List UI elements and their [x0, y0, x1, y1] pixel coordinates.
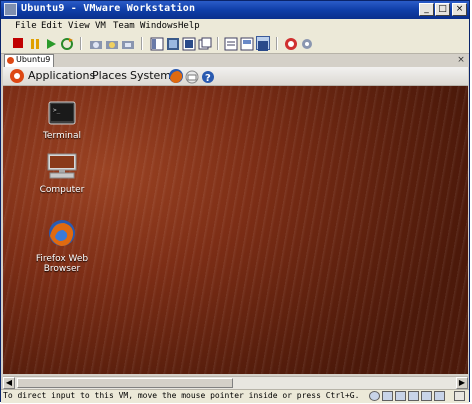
network-status-icon[interactable]	[408, 391, 419, 401]
menu-windows[interactable]: Windows	[140, 21, 178, 31]
snapshot-manager-icon[interactable]	[121, 36, 135, 50]
help-launcher-icon[interactable]: ?	[201, 69, 215, 84]
svg-text:>_: >_	[53, 107, 61, 114]
menu-vm[interactable]: VM	[95, 21, 106, 31]
scroll-right-arrow-icon[interactable]: ▶	[456, 377, 468, 389]
menu-help[interactable]: Help	[178, 21, 200, 31]
tab-label: Ubuntu9	[16, 55, 51, 64]
maximize-button[interactable]: □	[435, 3, 450, 16]
terminal-icon: >_	[27, 101, 97, 128]
desktop-icon-computer[interactable]: Computer	[27, 153, 97, 195]
play-icon[interactable]	[44, 36, 58, 50]
harddisk-status-icon[interactable]	[395, 391, 406, 401]
ubuntu-logo-icon	[10, 69, 24, 83]
menu-bar: File Edit View VM Team Windows Help	[1, 19, 469, 34]
menu-applications[interactable]: Applications	[28, 69, 95, 82]
quick-switch-icon[interactable]	[198, 36, 212, 50]
guest-top-panel: Applications Places System ?	[3, 67, 468, 86]
computer-icon	[27, 153, 97, 182]
guest-desktop[interactable]: >_ Terminal Computer Firefox Web Browser	[3, 86, 468, 374]
usb-status-icon[interactable]	[421, 391, 432, 401]
horizontal-scrollbar[interactable]: ◀ ▶	[3, 376, 468, 389]
mail-launcher-icon[interactable]	[185, 69, 199, 84]
console-view-icon[interactable]	[256, 36, 270, 51]
scrollbar-thumb[interactable]	[17, 378, 233, 388]
pause-icon[interactable]	[28, 36, 42, 50]
close-tab-icon[interactable]: ×	[456, 55, 466, 65]
sound-status-icon[interactable]	[434, 391, 445, 401]
settings-icon[interactable]	[300, 36, 314, 50]
menu-view[interactable]: View	[68, 21, 90, 31]
summary-view-icon[interactable]	[224, 36, 238, 51]
status-bar: To direct input to this VM, move the mou…	[1, 389, 469, 403]
title-bar[interactable]: Ubuntu9 - VMware Workstation _ □ ×	[1, 1, 469, 19]
window-title: Ubuntu9 - VMware Workstation	[21, 3, 196, 14]
firefox-icon	[27, 218, 97, 251]
vmware-app-icon	[4, 3, 17, 16]
svg-text:?: ?	[205, 73, 211, 84]
firefox-label: Firefox Web Browser	[35, 254, 89, 274]
appliance-view-icon[interactable]	[240, 36, 254, 51]
status-text: To direct input to this VM, move the mou…	[3, 391, 360, 400]
fullscreen-icon[interactable]	[182, 36, 196, 51]
menu-places[interactable]: Places	[92, 69, 127, 82]
firefox-launcher-icon[interactable]	[168, 68, 184, 84]
menu-system[interactable]: System	[130, 69, 171, 82]
message-status-icon[interactable]	[454, 391, 465, 401]
reset-icon[interactable]	[60, 36, 74, 50]
menu-file[interactable]: File	[15, 21, 37, 31]
minimize-button[interactable]: _	[419, 3, 434, 16]
menu-team[interactable]: Team	[113, 21, 135, 31]
snapshot-icon[interactable]	[89, 36, 103, 50]
cdrom-status-icon[interactable]	[369, 391, 380, 401]
ubuntu-tab-icon	[7, 57, 14, 64]
menu-edit[interactable]: Edit	[41, 21, 63, 31]
stop-icon[interactable]	[11, 36, 25, 50]
revert-snapshot-icon[interactable]	[105, 36, 119, 50]
toolbar	[1, 34, 469, 54]
scroll-left-arrow-icon[interactable]: ◀	[3, 377, 15, 389]
console-icon[interactable]	[166, 36, 180, 50]
unity-icon[interactable]	[284, 36, 298, 50]
close-button[interactable]: ×	[452, 3, 467, 16]
vmware-window: Ubuntu9 - VMware Workstation _ □ × File …	[0, 0, 470, 403]
computer-label: Computer	[39, 185, 85, 195]
sidebar-icon[interactable]	[150, 36, 164, 51]
tab-ubuntu9[interactable]: Ubuntu9	[4, 54, 54, 67]
desktop-icon-terminal[interactable]: >_ Terminal	[27, 101, 97, 141]
terminal-label: Terminal	[42, 131, 82, 141]
vm-tab-strip: Ubuntu9 ×	[1, 54, 469, 67]
floppy-status-icon[interactable]	[382, 391, 393, 401]
desktop-icon-firefox[interactable]: Firefox Web Browser	[27, 218, 97, 274]
